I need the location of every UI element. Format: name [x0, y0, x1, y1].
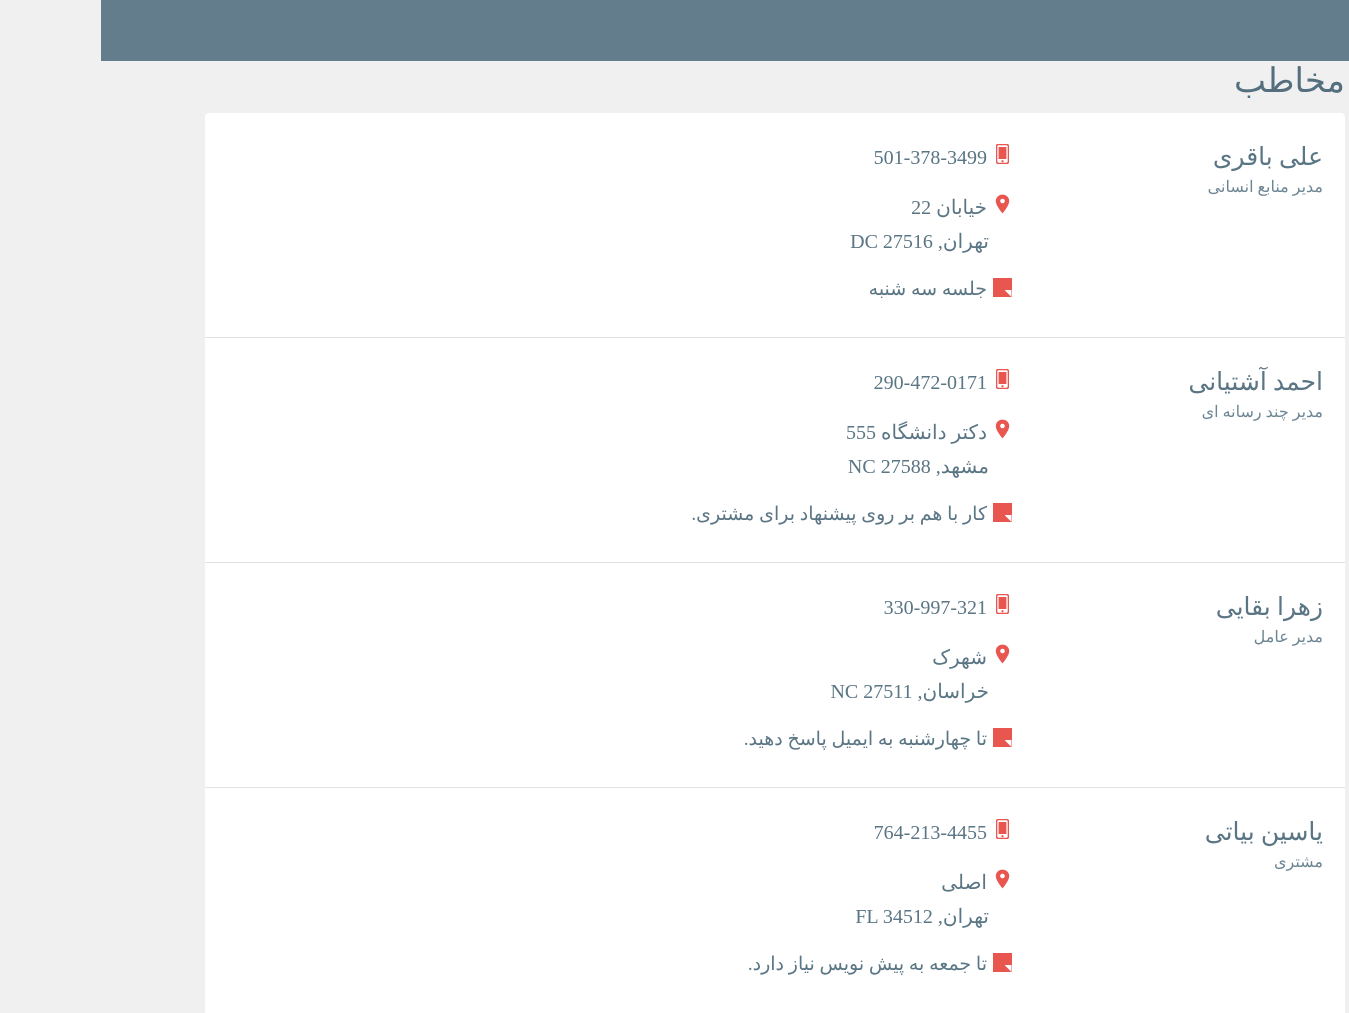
mobile-phone-icon: [989, 141, 1015, 164]
contact-phone-block: 764-213-4455: [555, 816, 1015, 850]
contact-address-line1: دکتر دانشگاه 555: [846, 422, 987, 444]
contact-row[interactable]: احمد آشتیانی مدیر چند رسانه ای 290-472-0…: [205, 338, 1345, 563]
contact-address-block: اصلی تهران, FL 34512: [555, 866, 1015, 934]
contact-identity: علی باقری مدیر منابع انسانی: [1015, 141, 1345, 200]
contact-note: کار با هم بر روی پیشنهاد برای مشتری.: [691, 504, 987, 525]
mobile-phone-icon: [989, 366, 1015, 389]
contact-name: یاسین بیاتی: [1204, 819, 1323, 846]
contact-phone-block: 330-997-321: [555, 591, 1015, 625]
contact-address-block: دکتر دانشگاه 555 مشهد, NC 27588: [555, 416, 1015, 484]
contact-name: زهرا بقایی: [1215, 594, 1323, 621]
contact-details: 764-213-4455 اصلی تهران, FL 34512 تا جمع…: [555, 816, 1015, 980]
contact-role: مدیر منابع انسانی: [1207, 179, 1323, 196]
contact-address-line2: مشهد, NC 27588: [847, 456, 989, 478]
contact-name: احمد آشتیانی: [1188, 369, 1323, 396]
contact-phone[interactable]: 330-997-321: [884, 591, 989, 625]
sticky-note-icon: [989, 500, 1015, 522]
contact-role: مشتری: [1273, 854, 1323, 871]
top-banner: [101, 0, 1349, 61]
contact-note: تا چهارشنبه به ایمیل پاسخ دهید.: [743, 729, 987, 750]
contact-identity: زهرا بقایی مدیر عامل: [1015, 591, 1345, 650]
contact-note-block: کار با هم بر روی پیشنهاد برای مشتری.: [555, 500, 1015, 530]
contact-note: جلسه سه شنبه: [868, 279, 987, 300]
contact-address-line1: خیابان 22: [911, 197, 987, 219]
contact-phone[interactable]: 290-472-0171: [874, 366, 989, 400]
contact-address-line2: تهران, FL 34512: [855, 906, 989, 928]
map-pin-icon: [989, 191, 1015, 214]
contact-address-line2: تهران, DC 27516: [850, 231, 989, 253]
sticky-note-icon: [989, 725, 1015, 747]
contact-note-block: تا چهارشنبه به ایمیل پاسخ دهید.: [555, 725, 1015, 755]
contact-row[interactable]: یاسین بیاتی مشتری 764-213-4455 اصلی تهرا…: [205, 788, 1345, 1013]
mobile-phone-icon: [989, 816, 1015, 839]
map-pin-icon: [989, 416, 1015, 439]
contact-row[interactable]: علی باقری مدیر منابع انسانی 501-378-3499: [205, 113, 1345, 338]
contact-name: علی باقری: [1212, 144, 1323, 171]
contact-role: مدیر عامل: [1253, 629, 1323, 646]
contact-phone[interactable]: 764-213-4455: [874, 816, 989, 850]
contact-identity: یاسین بیاتی مشتری: [1015, 816, 1345, 875]
mobile-phone-icon: [989, 591, 1015, 614]
contact-note-block: جلسه سه شنبه: [555, 275, 1015, 305]
contact-note-block: تا جمعه به پیش نویس نیاز دارد.: [555, 950, 1015, 980]
contact-row[interactable]: زهرا بقایی مدیر عامل 330-997-321 شهرک خر…: [205, 563, 1345, 788]
contact-address-block: شهرک خراسان, NC 27511: [555, 641, 1015, 709]
contact-details: 501-378-3499 خیابان 22 تهران, DC 27516 ج…: [555, 141, 1015, 305]
contact-list-card: علی باقری مدیر منابع انسانی 501-378-3499: [205, 113, 1345, 1013]
contact-identity: احمد آشتیانی مدیر چند رسانه ای: [1015, 366, 1345, 425]
sticky-note-icon: [989, 275, 1015, 297]
contact-address-line2: خراسان, NC 27511: [830, 681, 989, 703]
map-pin-icon: [989, 866, 1015, 889]
contact-phone-block: 501-378-3499: [555, 141, 1015, 175]
contact-address-block: خیابان 22 تهران, DC 27516: [555, 191, 1015, 259]
map-pin-icon: [989, 641, 1015, 664]
contact-phone-block: 290-472-0171: [555, 366, 1015, 400]
contact-details: 290-472-0171 دکتر دانشگاه 555 مشهد, NC 2…: [555, 366, 1015, 530]
contact-address-line1: شهرک: [932, 647, 987, 669]
contact-details: 330-997-321 شهرک خراسان, NC 27511 تا چها…: [555, 591, 1015, 755]
contact-address-line1: اصلی: [941, 872, 987, 894]
contact-role: مدیر چند رسانه ای: [1201, 404, 1323, 421]
sticky-note-icon: [989, 950, 1015, 972]
page-title: مخاطب: [1234, 63, 1345, 100]
contact-phone[interactable]: 501-378-3499: [874, 141, 989, 175]
contact-note: تا جمعه به پیش نویس نیاز دارد.: [747, 954, 987, 975]
